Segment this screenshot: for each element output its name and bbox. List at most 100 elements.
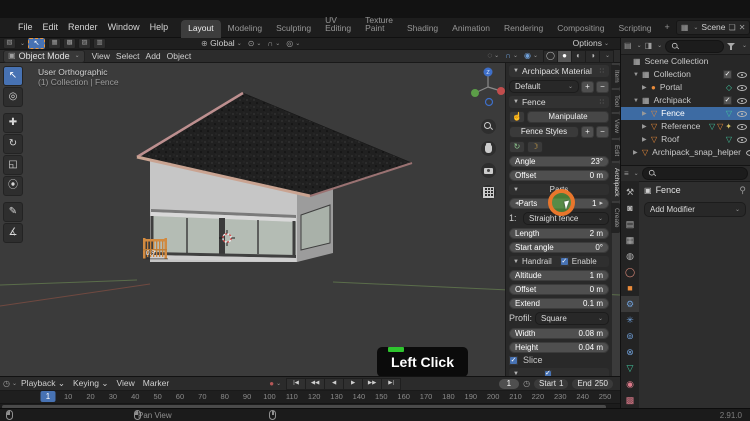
expand-right-icon[interactable]: ▶ bbox=[642, 137, 649, 143]
properties-tab-material[interactable]: ◉ bbox=[621, 376, 639, 392]
visibility-eye-icon[interactable] bbox=[737, 135, 747, 144]
camera-view-button[interactable] bbox=[481, 163, 496, 178]
sidebar-tab-archipack[interactable]: Archipack bbox=[611, 162, 620, 202]
field-offset[interactable]: Offset 0 m bbox=[509, 284, 609, 295]
select-extend-icon[interactable]: ▩ bbox=[63, 38, 77, 49]
viewport-3d[interactable]: 0.9 User Orthographic (1) Collection | F… bbox=[0, 63, 620, 376]
play-button[interactable]: ▶ bbox=[343, 377, 364, 390]
tab-rendering[interactable]: Rendering bbox=[497, 20, 550, 38]
properties-tab-scene[interactable]: ◍ bbox=[621, 248, 639, 264]
editor-type-icon[interactable]: ▧ bbox=[3, 38, 16, 49]
tool-rotate-button[interactable]: ↻ bbox=[3, 134, 23, 154]
tab-shading[interactable]: Shading bbox=[400, 20, 445, 38]
scene-selector[interactable]: ▦ ⌄ Scene ❏ ✕ bbox=[675, 20, 750, 35]
field-length[interactable]: Length 2 m bbox=[509, 228, 609, 239]
increment-arrow-icon[interactable]: ▸ bbox=[599, 200, 603, 207]
properties-tab-output[interactable]: ▤ bbox=[621, 216, 639, 232]
shading-dropdown-icon[interactable]: ⌄ bbox=[599, 49, 614, 63]
playhead[interactable]: 1 bbox=[40, 391, 56, 402]
snap-toggle[interactable]: ∩ ⌄ bbox=[502, 52, 521, 60]
menu-file[interactable]: File bbox=[13, 23, 38, 32]
visibility-eye-icon[interactable] bbox=[737, 83, 747, 92]
menu-edit[interactable]: Edit bbox=[38, 23, 64, 32]
tab-texture-paint[interactable]: Texture Paint bbox=[358, 12, 400, 38]
options-dropdown[interactable]: Options ⌄ bbox=[570, 39, 612, 48]
timeline-menu-playback[interactable]: Playback ⌄ bbox=[17, 379, 69, 388]
outliner-row-reference[interactable]: ▶ ▽ Reference ▽ ▽ ✦ bbox=[621, 120, 750, 133]
new-scene-icon[interactable]: ❏ bbox=[729, 23, 736, 32]
overlays-dropdown[interactable]: ◉ ⌄ bbox=[521, 52, 541, 60]
record-button[interactable]: ● bbox=[269, 379, 274, 388]
curve-icon[interactable]: ☽ bbox=[527, 141, 543, 153]
pin-icon[interactable]: ⚲ bbox=[739, 186, 746, 195]
menu-render[interactable]: Render bbox=[63, 23, 103, 32]
outliner-filter-mode-icon[interactable]: ◨ bbox=[645, 42, 653, 50]
collection-checkbox[interactable]: ✓ bbox=[723, 96, 732, 105]
tool-cursor-button[interactable]: ◎ bbox=[3, 87, 23, 107]
snap-dropdown[interactable]: ∩ ⌄ bbox=[264, 39, 283, 48]
viewport-menu-add[interactable]: Add bbox=[143, 52, 164, 61]
field-profil-dropdown[interactable]: Square ⌄ bbox=[535, 312, 609, 325]
timeline-editor-icon[interactable]: ◷ bbox=[3, 379, 10, 388]
properties-tab-object[interactable]: ■ bbox=[621, 280, 639, 296]
properties-tab-physics[interactable]: ⊚ bbox=[621, 328, 639, 344]
sidebar-tab-tool[interactable]: Tool bbox=[611, 89, 620, 112]
expand-down-icon[interactable]: ▼ bbox=[633, 98, 640, 104]
shading-wireframe-icon[interactable]: ◯ bbox=[543, 49, 558, 63]
properties-tab-modifiers[interactable]: ⚙ bbox=[621, 296, 639, 312]
properties-tab-particles[interactable]: ✳ bbox=[621, 312, 639, 328]
field-offset[interactable]: Offset 0 m bbox=[509, 170, 609, 181]
tool-annotate-button[interactable]: ✎ bbox=[3, 202, 23, 222]
expand-right-icon[interactable]: ▶ bbox=[642, 111, 649, 117]
expand-right-icon[interactable]: ▶ bbox=[633, 150, 640, 156]
handrail-enable-checkbox[interactable]: ✓ bbox=[559, 257, 569, 266]
visibility-eye-icon[interactable] bbox=[737, 96, 747, 105]
select-intersect-icon[interactable]: ▥ bbox=[93, 38, 107, 49]
outliner-row-archipack_snap_helper[interactable]: ▶ ▽ Archipack_snap_helper bbox=[621, 146, 750, 159]
sidebar-tab-item[interactable]: Item bbox=[611, 65, 620, 88]
pan-button[interactable] bbox=[481, 141, 496, 156]
outliner-display-mode-icon[interactable]: ▤ bbox=[624, 42, 632, 50]
prev-keyframe-button[interactable]: ◀◀ bbox=[305, 377, 326, 390]
tool-transform-button[interactable]: ⦿ bbox=[3, 176, 23, 196]
expand-down-icon[interactable]: ▼ bbox=[633, 72, 640, 78]
field-height[interactable]: Height 0.04 m bbox=[509, 342, 609, 353]
manipulate-hand-icon[interactable]: ☝ bbox=[509, 111, 525, 123]
preview-range-clock-icon[interactable]: ◷ bbox=[523, 379, 530, 388]
next-keyframe-button[interactable]: ▶▶ bbox=[362, 377, 383, 390]
tab-uv-editing[interactable]: UV Editing bbox=[318, 12, 358, 38]
outliner-row-collection[interactable]: ▼ ▦ Collection ✓ bbox=[621, 68, 750, 81]
field-angle[interactable]: Angle 23° bbox=[509, 156, 609, 167]
menu-help[interactable]: Help bbox=[145, 23, 174, 32]
active-tool-select-box-icon[interactable]: ↖ bbox=[28, 38, 46, 49]
properties-editor-icon[interactable]: ≡ bbox=[624, 169, 629, 178]
ortho-toggle-button[interactable] bbox=[481, 185, 496, 200]
select-subtract-icon[interactable]: ▨ bbox=[78, 38, 92, 49]
tool-measure-button[interactable]: ∡ bbox=[3, 223, 23, 243]
sidebar-tab-create[interactable]: Create bbox=[611, 203, 620, 233]
properties-tab-tool[interactable]: ⚒ bbox=[621, 184, 639, 200]
viewport-menu-object[interactable]: Object bbox=[164, 52, 195, 61]
jump-start-button[interactable]: |◀ bbox=[286, 377, 307, 390]
tab-sculpting[interactable]: Sculpting bbox=[269, 20, 318, 38]
sidebar-tab-edit[interactable]: Edit bbox=[611, 139, 620, 161]
refresh-icon[interactable]: ↻ bbox=[509, 141, 525, 153]
viewport-menu-select[interactable]: Select bbox=[113, 52, 143, 61]
fence-styles-dropdown[interactable]: Fence Styles bbox=[509, 126, 579, 138]
tab-scripting[interactable]: Scripting bbox=[611, 20, 658, 38]
panel-grip-icon[interactable]: ∷ bbox=[600, 99, 605, 106]
frame-start-field[interactable]: Start 1 bbox=[534, 378, 569, 389]
mode-dropdown[interactable]: ▣ Object Mode ⌄ bbox=[3, 49, 85, 63]
current-frame-field[interactable]: 1 bbox=[498, 378, 520, 389]
style-add-button[interactable]: + bbox=[581, 126, 594, 138]
viewport-menu-view[interactable]: View bbox=[89, 52, 113, 61]
archipack-material-panel-header[interactable]: ▼ Archipack Material ∷ bbox=[509, 65, 609, 77]
shading-rendered-icon[interactable]: ◑ bbox=[585, 49, 600, 63]
visibility-eye-icon[interactable] bbox=[737, 70, 747, 79]
outliner-row-roof[interactable]: ▶ ▽ Roof ▽ bbox=[621, 133, 750, 146]
outliner-row-archipack[interactable]: ▼ ▦ Archipack ✓ bbox=[621, 94, 750, 107]
field-slice-checkbox[interactable]: ✓ bbox=[509, 356, 518, 365]
field-extend[interactable]: Extend 0.1 m bbox=[509, 298, 609, 309]
visibility-eye-icon[interactable] bbox=[746, 148, 750, 157]
handrail-subpanel-header[interactable]: ▼ Handrail ✓ Enable bbox=[509, 256, 609, 267]
